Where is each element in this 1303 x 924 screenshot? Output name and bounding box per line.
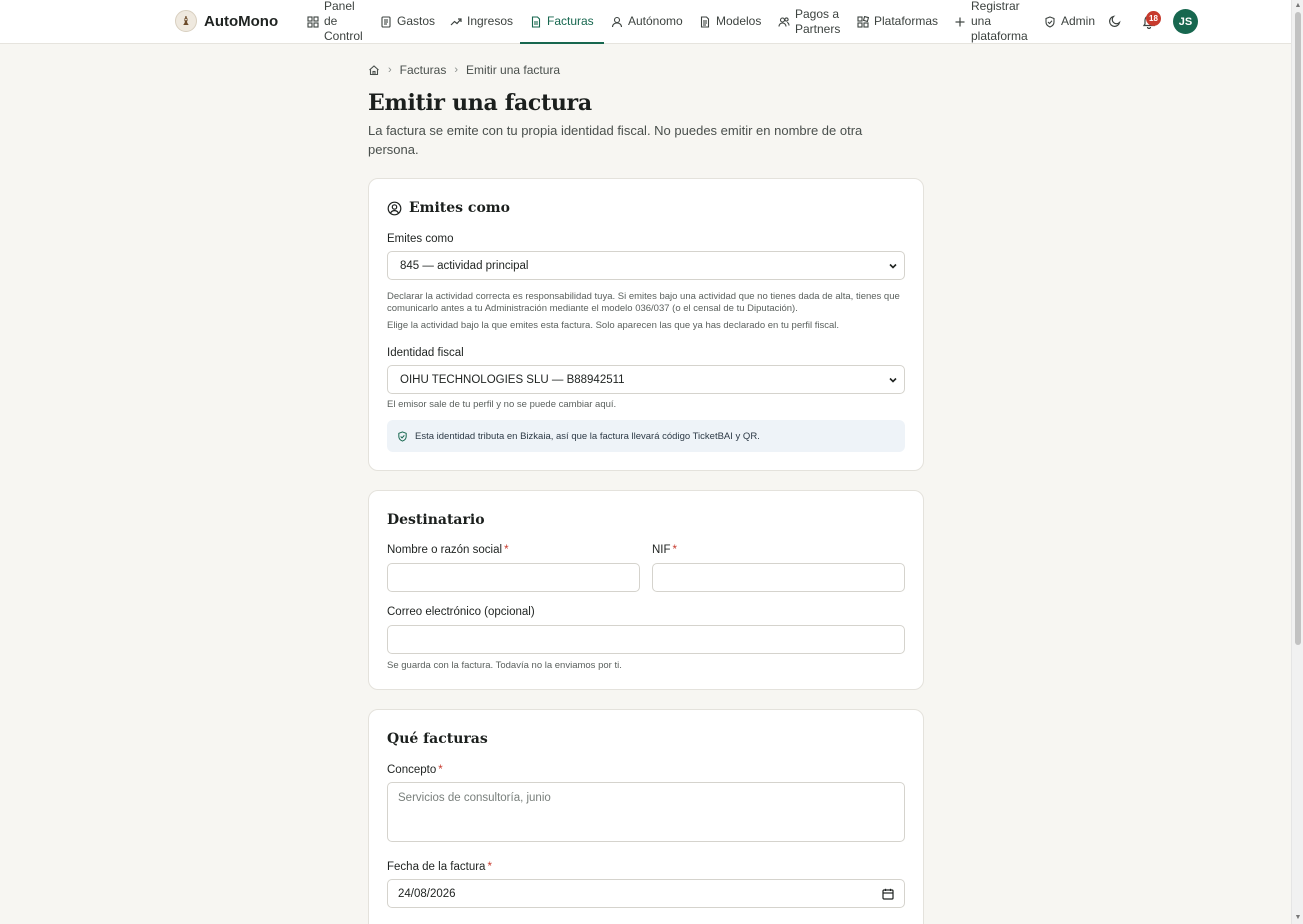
invoice-date-value: 24/08/2026 — [398, 887, 456, 900]
brand-logo: ♝ — [175, 10, 197, 32]
required-mark: * — [672, 544, 678, 556]
concept-textarea[interactable]: Servicios de consultoría, junio — [387, 782, 905, 842]
scroll-down-arrow-icon[interactable]: ▼ — [1294, 914, 1302, 922]
nav-item-facturas[interactable]: Facturas — [520, 0, 604, 44]
page-title: Emitir una factura — [368, 90, 592, 116]
invoice-icon — [530, 15, 542, 28]
items-card: Qué facturas Concepto * Servicios de cons… — [368, 709, 924, 924]
chevron-down-icon — [889, 263, 897, 269]
ticketbai-info-text: Esta identidad tributa en Bizkaia, así q… — [415, 430, 760, 442]
trending-up-icon — [450, 16, 462, 28]
nav-item-ingresos[interactable]: Ingresos — [450, 0, 513, 43]
home-icon[interactable] — [368, 64, 380, 76]
nif-input[interactable] — [652, 563, 905, 592]
shield-icon — [1044, 15, 1056, 28]
dark-mode-toggle-icon[interactable] — [1108, 14, 1122, 28]
required-mark: * — [504, 544, 509, 556]
date-label: Fecha de la factura * — [387, 861, 492, 873]
activity-label: Emites como — [387, 233, 454, 245]
recipient-card: Destinatario Nombre o razón social * NIF *… — [368, 490, 924, 690]
emitter-card-title: Emites como — [387, 200, 510, 216]
notification-badge: 18 — [1146, 11, 1161, 26]
nav-label: Modelos — [716, 14, 762, 28]
nav-item-panel-de-control[interactable]: Panel de Control — [307, 0, 363, 43]
name-label-text: Nombre o razón social — [387, 544, 503, 556]
user-circle-icon — [387, 201, 402, 215]
brand-name: AutoMono — [204, 12, 279, 30]
nav-label: plataforma — [971, 29, 1028, 43]
nav-item-admin[interactable]: Admin — [1044, 0, 1095, 43]
invoice-date-input[interactable]: 24/08/2026 — [387, 879, 905, 908]
emitter-card: Emites como Emites como 845 — actividad … — [368, 178, 924, 471]
page-subtitle: La factura se emite con tu propia identi… — [368, 123, 863, 157]
user-icon — [611, 16, 623, 28]
activity-help-choose: Elige la actividad bajo la que emites es… — [387, 320, 840, 331]
email-input[interactable] — [387, 625, 905, 654]
nav-label: Admin — [1061, 14, 1096, 28]
chevron-right-icon: › — [388, 64, 392, 76]
identity-select-value: OIHU TECHNOLOGIES SLU — B88942511 — [400, 373, 625, 386]
chevron-down-icon — [889, 377, 897, 383]
items-card-title: Qué facturas — [387, 731, 488, 747]
nif-label: NIF * — [652, 544, 677, 556]
document-icon — [699, 15, 711, 28]
nav-label: Plataformas — [874, 14, 939, 28]
nav-label: Panel — [324, 0, 355, 13]
breadcrumb-current: Emitir una factura — [466, 63, 561, 77]
shield-check-icon — [398, 430, 407, 442]
nav-item-plataformas[interactable]: Plataformas — [857, 0, 938, 43]
name-label: Nombre o razón social * — [387, 544, 509, 556]
calendar-icon[interactable] — [882, 888, 894, 900]
required-mark: * — [487, 861, 492, 873]
nav-label: una — [971, 14, 992, 28]
recipient-card-title: Destinatario — [387, 512, 485, 528]
activity-help-responsibility: Declarar la actividad correcta es respon… — [387, 291, 900, 314]
required-mark: * — [438, 764, 443, 776]
concept-label-text: Concepto — [387, 764, 437, 776]
nav-label: Gastos — [397, 14, 436, 28]
activity-select-value: 845 — actividad principal — [400, 259, 529, 272]
nav-label: Control — [324, 29, 363, 43]
scrollbar-thumb[interactable] — [1295, 12, 1301, 645]
apps-icon — [857, 15, 869, 28]
nav-label: Autónomo — [628, 14, 683, 28]
nav-item-gastos[interactable]: Gastos — [380, 0, 435, 43]
nif-label-text: NIF — [652, 544, 671, 556]
ticketbai-info-box: Esta identidad tributa en Bizkaia, así q… — [387, 420, 905, 452]
nav-item-pagos-a-partners[interactable]: Pagos a Partners — [778, 0, 840, 43]
page-scrollbar[interactable]: ▲ ▼ — [1291, 0, 1303, 924]
chevron-right-icon: › — [454, 64, 459, 76]
identity-select[interactable]: OIHU TECHNOLOGIES SLU — B88942511 — [387, 365, 905, 394]
top-navigation-bar: ♝ AutoMono Panel de Control Gastos Ingreso… — [0, 0, 1291, 44]
nav-label: Ingresos — [467, 14, 514, 28]
nav-item-modelos[interactable]: Modelos — [699, 0, 761, 43]
breadcrumb-facturas[interactable]: Facturas — [400, 63, 447, 77]
users-icon — [778, 16, 790, 28]
breadcrumb: › Facturas › Emitir una factura — [368, 63, 560, 77]
nav-label: Facturas — [547, 14, 594, 28]
card-title-text: Emites como — [409, 200, 510, 216]
date-label-text: Fecha de la factura — [387, 861, 486, 873]
identity-label: Identidad fiscal — [387, 347, 464, 359]
nav-label: de — [324, 14, 338, 28]
nav-item-autonomo[interactable]: Autónomo — [611, 0, 683, 43]
brand[interactable]: ♝ AutoMono — [175, 10, 278, 32]
dashboard-icon — [307, 15, 319, 28]
email-help: Se guarda con la factura. Todavía no la … — [387, 660, 622, 671]
plus-icon — [954, 16, 966, 28]
avatar[interactable]: JS — [1173, 9, 1198, 34]
nav-label: Registrar — [971, 0, 1020, 13]
concept-label: Concepto * — [387, 764, 443, 776]
nav-label: Partners — [795, 21, 841, 36]
identity-help: El emisor sale de tu perfil y no se pued… — [387, 399, 617, 410]
nav-item-registrar-una-plataforma[interactable]: Registrar una plataforma — [954, 0, 1028, 43]
email-label: Correo electrónico (opcional) — [387, 606, 535, 618]
nav-label: Pagos a — [795, 6, 840, 21]
receipt-icon — [380, 15, 392, 28]
scroll-up-arrow-icon[interactable]: ▲ — [1294, 2, 1302, 10]
name-input[interactable] — [387, 563, 640, 592]
activity-select[interactable]: 845 — actividad principal — [387, 251, 905, 280]
